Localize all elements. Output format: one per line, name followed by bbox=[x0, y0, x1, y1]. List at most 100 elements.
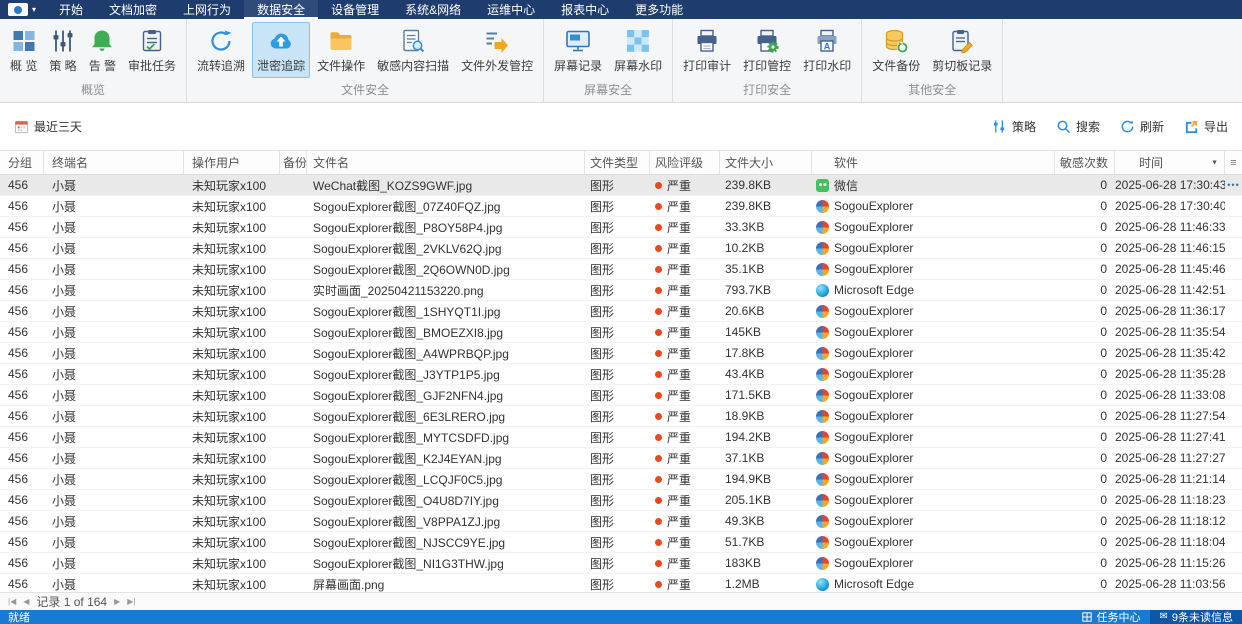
ribbon-btn-flow-trace[interactable]: 流转追溯 bbox=[192, 22, 250, 78]
strategy-button[interactable]: 策略 bbox=[992, 118, 1036, 135]
column-header-sensitive-count[interactable]: 敏感次数 bbox=[1055, 151, 1115, 174]
ribbon-btn-leak-trace[interactable]: 泄密追踪 bbox=[252, 22, 310, 78]
table-row[interactable]: 456 小聂 未知玩家x100 SogouExplorer截图_2VKLV62Q… bbox=[0, 238, 1242, 259]
column-header-backup[interactable]: 备份 bbox=[280, 151, 307, 174]
task-center-button[interactable]: 任务中心 bbox=[1072, 610, 1150, 624]
menu-item-device-mgmt[interactable]: 设备管理 bbox=[318, 0, 392, 19]
cell-group: 456 bbox=[0, 178, 44, 192]
table-row[interactable]: 456 小聂 未知玩家x100 SogouExplorer截图_NI1G3THW… bbox=[0, 553, 1242, 574]
table-row[interactable]: 456 小聂 未知玩家x100 SogouExplorer截图_LCQJF0C5… bbox=[0, 469, 1242, 490]
column-header-terminal[interactable]: 终端名 bbox=[44, 151, 184, 174]
table-row[interactable]: 456 小聂 未知玩家x100 WeChat截图_KOZS9GWF.jpg 图形… bbox=[0, 175, 1242, 196]
column-options-button[interactable]: ≡ bbox=[1225, 151, 1242, 174]
ribbon-group-label: 概览 bbox=[4, 80, 182, 102]
table-row[interactable]: 456 小聂 未知玩家x100 SogouExplorer截图_2Q6OWN0D… bbox=[0, 259, 1242, 280]
search-button[interactable]: 搜索 bbox=[1056, 118, 1100, 135]
sort-descending-icon[interactable]: ▼ bbox=[1211, 159, 1218, 166]
menu-item-system-network[interactable]: 系统&网络 bbox=[392, 0, 474, 19]
ribbon-btn-alert[interactable]: 告 警 bbox=[84, 22, 121, 78]
table-row[interactable]: 456 小聂 未知玩家x100 SogouExplorer截图_V8PPA1ZJ… bbox=[0, 511, 1242, 532]
cell-terminal: 小聂 bbox=[44, 450, 184, 467]
column-header-time[interactable]: 时间▼ bbox=[1115, 151, 1225, 174]
cell-group: 456 bbox=[0, 262, 44, 276]
cell-filename: 屏幕画面.png bbox=[307, 576, 585, 593]
column-header-app[interactable]: 软件 bbox=[812, 151, 1055, 174]
ribbon-btn-print-watermark[interactable]: A 打印水印 bbox=[798, 22, 856, 78]
menu-item-ops-center[interactable]: 运维中心 bbox=[474, 0, 548, 19]
next-page-button[interactable]: ▶ bbox=[114, 598, 120, 606]
app-name: SogouExplorer bbox=[834, 241, 913, 255]
prev-page-button[interactable]: ◀ bbox=[23, 598, 29, 606]
table-row[interactable]: 456 小聂 未知玩家x100 SogouExplorer截图_A4WPRBQP… bbox=[0, 343, 1242, 364]
cell-sensitive-count: 0 bbox=[1055, 367, 1115, 381]
cell-terminal: 小聂 bbox=[44, 471, 184, 488]
row-more-button[interactable]: ••• bbox=[1225, 180, 1242, 190]
menu-item-report-center[interactable]: 报表中心 bbox=[548, 0, 622, 19]
menu-item-web-behavior[interactable]: 上网行为 bbox=[170, 0, 244, 19]
menu-item-more-features[interactable]: 更多功能 bbox=[622, 0, 696, 19]
table-row[interactable]: 456 小聂 未知玩家x100 SogouExplorer截图_J3YTP1P5… bbox=[0, 364, 1242, 385]
export-button[interactable]: 导出 bbox=[1184, 118, 1228, 135]
ribbon-btn-overview[interactable]: 概 览 bbox=[5, 22, 42, 78]
column-header-size[interactable]: 文件大小 bbox=[720, 151, 812, 174]
column-header-filename[interactable]: 文件名 bbox=[307, 151, 585, 174]
cell-filename: SogouExplorer截图_O4U8D7IY.jpg bbox=[307, 492, 585, 509]
cell-user: 未知玩家x100 bbox=[184, 429, 280, 446]
table-row[interactable]: 456 小聂 未知玩家x100 SogouExplorer截图_BMOEZXI8… bbox=[0, 322, 1242, 343]
table-row[interactable]: 456 小聂 未知玩家x100 实时画面_20250421153220.png … bbox=[0, 280, 1242, 301]
printer-icon bbox=[694, 28, 720, 54]
column-header-risk[interactable]: 风险评级 bbox=[650, 151, 720, 174]
risk-level-text: 严重 bbox=[667, 555, 691, 572]
table-row[interactable]: 456 小聂 未知玩家x100 SogouExplorer截图_MYTCSDFD… bbox=[0, 427, 1242, 448]
table-row[interactable]: 456 小聂 未知玩家x100 SogouExplorer截图_1SHYQT1I… bbox=[0, 301, 1242, 322]
cell-user: 未知玩家x100 bbox=[184, 366, 280, 383]
table-row[interactable]: 456 小聂 未知玩家x100 SogouExplorer截图_P8OY58P4… bbox=[0, 217, 1242, 238]
cell-filename: SogouExplorer截图_LCQJF0C5.jpg bbox=[307, 471, 585, 488]
ribbon-btn-clipboard-record[interactable]: 剪切板记录 bbox=[927, 22, 997, 78]
risk-severity-dot bbox=[655, 476, 662, 483]
cell-app: 微信 bbox=[812, 177, 1055, 194]
column-header-group[interactable]: 分组 bbox=[0, 151, 44, 174]
export-label: 导出 bbox=[1204, 118, 1228, 135]
table-row[interactable]: 456 小聂 未知玩家x100 SogouExplorer截图_GJF2NFN4… bbox=[0, 385, 1242, 406]
ribbon-btn-screen-record[interactable]: 屏幕记录 bbox=[549, 22, 607, 78]
ribbon-btn-print-audit[interactable]: 打印审计 bbox=[678, 22, 736, 78]
table-row[interactable]: 456 小聂 未知玩家x100 SogouExplorer截图_NJSCC9YE… bbox=[0, 532, 1242, 553]
ribbon-btn-strategy[interactable]: 策 略 bbox=[44, 22, 81, 78]
status-bar: 就绪 任务中心 ✉ 9条未读信息 bbox=[0, 610, 1242, 624]
app-logo-menu[interactable]: ▾ bbox=[0, 0, 46, 19]
menu-item-home[interactable]: 开始 bbox=[46, 0, 96, 19]
column-header-filetype[interactable]: 文件类型 bbox=[585, 151, 650, 174]
table-row[interactable]: 456 小聂 未知玩家x100 SogouExplorer截图_6E3LRERO… bbox=[0, 406, 1242, 427]
ribbon-btn-print-control[interactable]: 打印管控 bbox=[738, 22, 796, 78]
ribbon-btn-sensitive-scan[interactable]: 敏感内容扫描 bbox=[372, 22, 454, 78]
menu-item-data-security[interactable]: 数据安全 bbox=[244, 0, 318, 19]
ribbon-btn-screen-watermark[interactable]: 屏幕水印 bbox=[609, 22, 667, 78]
table-row[interactable]: 456 小聂 未知玩家x100 屏幕画面.png 图形 严重 1.2MB Mic… bbox=[0, 574, 1242, 592]
cell-size: 239.8KB bbox=[720, 199, 812, 213]
ribbon-btn-outgoing-control[interactable]: 文件外发管控 bbox=[456, 22, 538, 78]
cell-filename: SogouExplorer截图_NI1G3THW.jpg bbox=[307, 555, 585, 572]
column-header-user[interactable]: 操作用户 bbox=[184, 151, 280, 174]
table-row[interactable]: 456 小聂 未知玩家x100 SogouExplorer截图_K2J4EYAN… bbox=[0, 448, 1242, 469]
ribbon-btn-approval-tasks[interactable]: 审批任务 bbox=[123, 22, 181, 78]
table-row[interactable]: 456 小聂 未知玩家x100 SogouExplorer截图_O4U8D7IY… bbox=[0, 490, 1242, 511]
menu-item-doc-encryption[interactable]: 文档加密 bbox=[96, 0, 170, 19]
last-page-button[interactable]: ▶| bbox=[127, 598, 135, 606]
first-page-button[interactable]: |◀ bbox=[8, 598, 16, 606]
ribbon-btn-file-backup[interactable]: 文件备份 bbox=[867, 22, 925, 78]
cell-size: 18.9KB bbox=[720, 409, 812, 423]
risk-severity-dot bbox=[655, 182, 662, 189]
unread-messages-label: 9条未读信息 bbox=[1172, 609, 1233, 624]
ribbon-group-label: 屏幕安全 bbox=[548, 80, 668, 102]
cell-risk: 严重 bbox=[650, 471, 720, 488]
refresh-button[interactable]: 刷新 bbox=[1120, 118, 1164, 135]
cell-time: 2025-06-28 11:15:26 bbox=[1115, 556, 1225, 570]
ribbon-btn-file-operations[interactable]: 文件操作 bbox=[312, 22, 370, 78]
cell-user: 未知玩家x100 bbox=[184, 450, 280, 467]
table-row[interactable]: 456 小聂 未知玩家x100 SogouExplorer截图_07Z40FQZ… bbox=[0, 196, 1242, 217]
date-range-filter-button[interactable]: 最近三天 bbox=[14, 118, 82, 135]
app-icon bbox=[816, 221, 829, 234]
cell-risk: 严重 bbox=[650, 513, 720, 530]
unread-messages-button[interactable]: ✉ 9条未读信息 bbox=[1150, 610, 1242, 624]
